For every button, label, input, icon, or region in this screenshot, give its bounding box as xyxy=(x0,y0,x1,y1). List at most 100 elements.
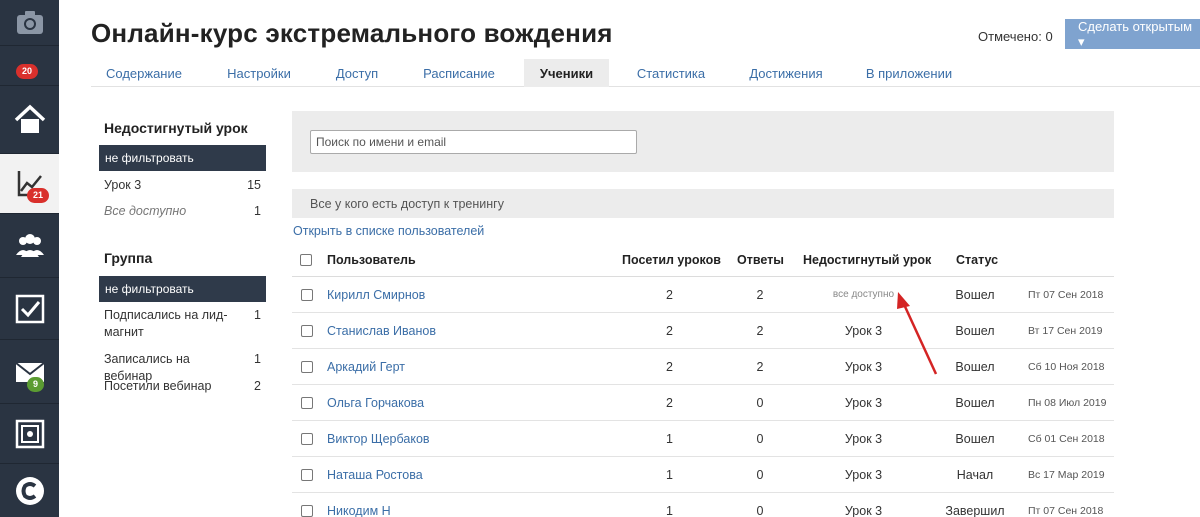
user-link[interactable]: Ольга Горчакова xyxy=(327,385,424,420)
rail-safe[interactable] xyxy=(0,404,59,464)
answers-count: 0 xyxy=(756,431,764,446)
visited-count: 2 xyxy=(666,287,673,302)
last-activity-date: Пн 08 Июл 2019 xyxy=(1028,396,1107,409)
rail-camera[interactable] xyxy=(0,0,59,46)
row-checkbox[interactable] xyxy=(301,457,313,492)
camera-icon xyxy=(16,10,43,34)
row-checkbox[interactable] xyxy=(301,313,313,348)
status: Начал xyxy=(956,467,994,482)
caret-down-icon: ▾ xyxy=(1078,34,1085,49)
tab-achievements[interactable]: Достижения xyxy=(741,59,831,87)
user-link[interactable]: Наташа Ростова xyxy=(327,457,423,492)
filter-lesson-item[interactable]: Урок 3 15 xyxy=(104,177,261,194)
rail-home[interactable] xyxy=(0,86,59,154)
access-filter-bar[interactable]: Все у кого есть доступ к тренингу xyxy=(292,189,1114,218)
col-status[interactable]: Статус xyxy=(956,243,998,276)
user-link[interactable]: Никодим Н xyxy=(327,493,391,517)
table-row: Наташа Ростова 1 0 Урок 3 Начал Вс 17 Мар 201… xyxy=(292,457,1114,493)
brand-logo-icon xyxy=(15,476,44,505)
safe-icon xyxy=(15,419,44,448)
unreached-lesson: Урок 3 xyxy=(844,359,883,374)
filter-lesson-none[interactable]: не фильтровать xyxy=(99,145,266,171)
tab-settings[interactable]: Настройки xyxy=(221,59,297,87)
users-icon xyxy=(15,233,44,257)
answers-count: 2 xyxy=(756,287,764,302)
table-row: Аркадий Герт 2 2 Урок 3 Вошел Сб 10 Ноя 2018 xyxy=(292,349,1114,385)
table-row: Станислав Иванов 2 2 Урок 3 Вошел Вт 17 Сен 2… xyxy=(292,313,1114,349)
notifications-badge: 20 xyxy=(16,64,39,79)
user-link[interactable]: Станислав Иванов xyxy=(327,313,436,348)
rail-analytics[interactable]: 21 xyxy=(0,154,59,214)
course-tabs: Содержание Настройки Доступ Расписание У… xyxy=(91,59,1200,87)
col-visited[interactable]: Посетил уроков xyxy=(622,243,721,276)
tab-in-app[interactable]: В приложении xyxy=(859,59,959,87)
tab-schedule[interactable]: Расписание xyxy=(414,59,504,87)
analytics-badge: 21 xyxy=(27,188,50,203)
col-user[interactable]: Пользователь xyxy=(327,243,416,276)
user-link[interactable]: Виктор Щербаков xyxy=(327,421,430,456)
rail-notifications[interactable]: 20 xyxy=(0,46,59,86)
answers-count: 0 xyxy=(756,467,764,482)
row-checkbox[interactable] xyxy=(301,385,313,420)
user-link[interactable]: Аркадий Герт xyxy=(327,349,405,384)
table-row: Виктор Щербаков 1 0 Урок 3 Вошел Сб 01 Сен 20… xyxy=(292,421,1114,457)
rail-mail[interactable]: 9 xyxy=(0,340,59,404)
visited-count: 1 xyxy=(666,431,673,446)
rail-tasks[interactable] xyxy=(0,278,59,340)
mail-badge: 9 xyxy=(27,377,45,392)
answers-count: 2 xyxy=(756,323,764,338)
visited-count: 1 xyxy=(666,467,673,482)
visited-count: 1 xyxy=(666,503,673,517)
user-link[interactable]: Кирилл Смирнов xyxy=(327,277,425,312)
row-checkbox[interactable] xyxy=(301,493,313,517)
col-answers[interactable]: Ответы xyxy=(737,243,784,276)
unreached-lesson: Урок 3 xyxy=(844,431,883,446)
row-checkbox[interactable] xyxy=(301,277,313,312)
last-activity-date: Вт 17 Сен 2019 xyxy=(1028,324,1103,337)
open-in-users-list-link[interactable]: Открыть в списке пользователей xyxy=(293,224,484,238)
tab-students[interactable]: Ученики xyxy=(524,59,609,87)
last-activity-date: Пт 07 Сен 2018 xyxy=(1028,504,1104,517)
answers-count: 2 xyxy=(756,359,764,374)
search-input[interactable] xyxy=(310,130,637,154)
last-activity-date: Пт 07 Сен 2018 xyxy=(1028,288,1104,301)
status: Вошел xyxy=(955,431,995,446)
status: Вошел xyxy=(955,395,995,410)
checkbox-icon xyxy=(15,294,44,323)
filter-lesson-item[interactable]: Все доступно 1 xyxy=(104,203,261,220)
rail-users[interactable] xyxy=(0,214,59,278)
app-rail: 20 21 9 xyxy=(0,0,59,517)
filter-group-title: Группа xyxy=(104,250,153,266)
status: Вошел xyxy=(955,287,995,302)
marked-count: Отмечено: 0 xyxy=(978,29,1053,44)
last-activity-date: Сб 01 Сен 2018 xyxy=(1028,432,1105,445)
unreached-lesson: все доступно xyxy=(832,289,895,300)
filter-group-none[interactable]: не фильтровать xyxy=(99,276,266,302)
unreached-lesson: Урок 3 xyxy=(844,503,883,517)
tab-content[interactable]: Содержание xyxy=(91,59,197,87)
status: Вошел xyxy=(955,323,995,338)
make-open-button[interactable]: Сделать открытым ▾ xyxy=(1065,19,1200,49)
last-activity-date: Вс 17 Мар 2019 xyxy=(1028,468,1105,481)
col-unreached[interactable]: Недостигнутый урок xyxy=(803,243,931,276)
select-all-checkbox[interactable] xyxy=(300,243,312,276)
visited-count: 2 xyxy=(666,395,673,410)
status: Вошел xyxy=(955,359,995,374)
filter-group-item[interactable]: Посетили вебинар 2 xyxy=(104,378,261,395)
rail-brand[interactable] xyxy=(0,464,59,517)
table-header: Пользователь Посетил уроков Ответы Недос… xyxy=(292,243,1114,277)
visited-count: 2 xyxy=(666,323,673,338)
page-title: Онлайн-курс экстремального вождения xyxy=(91,18,613,48)
home-icon xyxy=(14,104,45,133)
tab-access[interactable]: Доступ xyxy=(323,59,391,87)
make-open-label: Сделать открытым xyxy=(1078,19,1193,34)
table-row: Кирилл Смирнов 2 2 все доступно Вошел Пт 07 С… xyxy=(292,277,1114,313)
row-checkbox[interactable] xyxy=(301,421,313,456)
row-checkbox[interactable] xyxy=(301,349,313,384)
tab-statistics[interactable]: Статистика xyxy=(631,59,711,87)
unreached-lesson: Урок 3 xyxy=(844,467,883,482)
last-activity-date: Сб 10 Ноя 2018 xyxy=(1028,360,1105,373)
visited-count: 2 xyxy=(666,359,673,374)
unreached-lesson: Урок 3 xyxy=(844,323,883,338)
filter-group-item[interactable]: Подписались на лид-магнит 1 xyxy=(104,307,261,341)
